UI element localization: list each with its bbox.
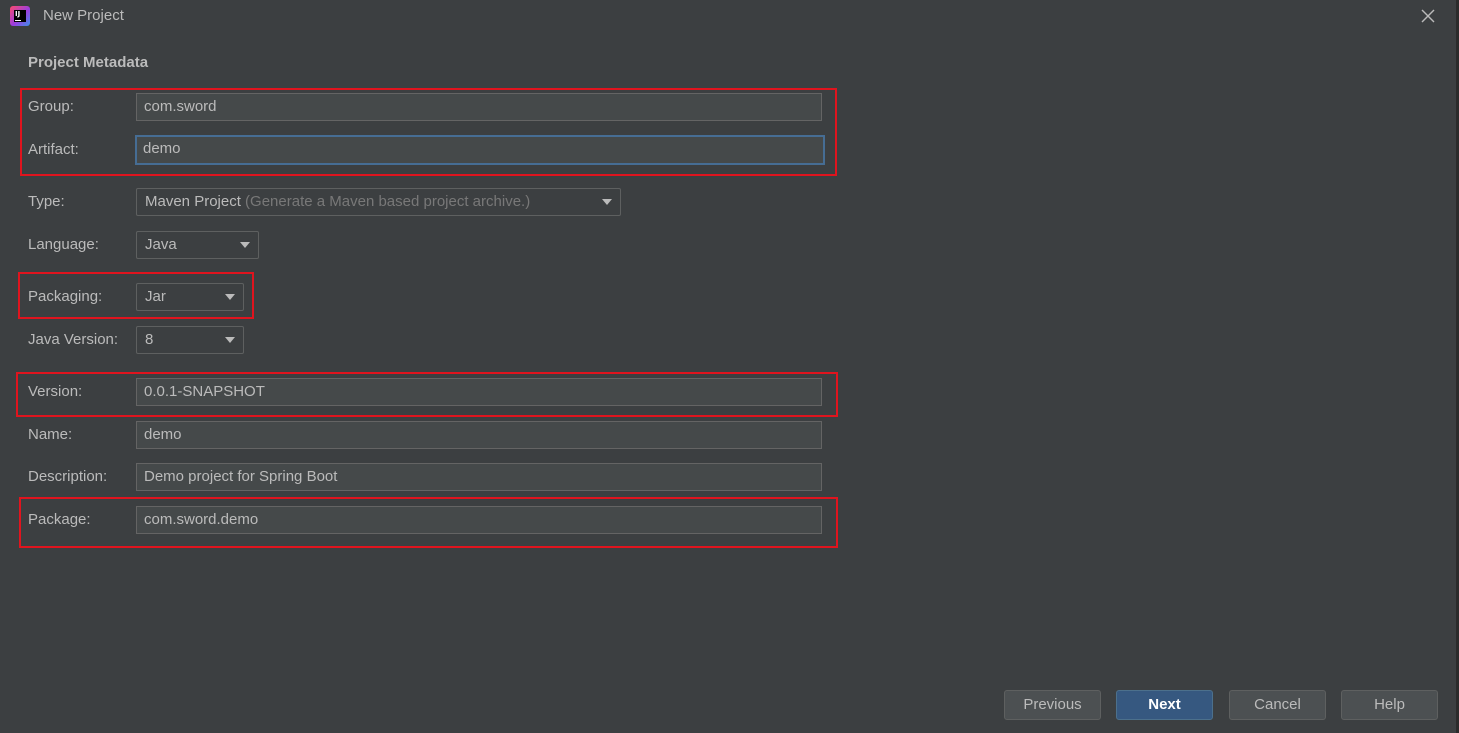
language-value: Java	[145, 236, 177, 253]
language-label: Language:	[28, 236, 99, 253]
name-label: Name:	[28, 426, 73, 443]
artifact-label: Artifact:	[28, 141, 79, 158]
section-title: Project Metadata	[28, 54, 149, 71]
language-dropdown[interactable]: Java	[136, 231, 259, 259]
next-button[interactable]: Next	[1116, 690, 1213, 720]
packaging-value: Jar	[145, 288, 166, 305]
close-icon	[1421, 9, 1435, 23]
package-label: Package:	[28, 511, 91, 528]
title-bar: IJ New Project	[0, 0, 1456, 34]
help-button[interactable]: Help	[1341, 690, 1438, 720]
type-hint: (Generate a Maven based project archive.…	[245, 193, 531, 210]
java-version-label: Java Version:	[28, 331, 119, 348]
type-value: Maven Project	[145, 193, 241, 210]
java-version-dropdown[interactable]: 8	[136, 326, 244, 354]
packaging-label: Packaging:	[28, 288, 103, 305]
new-project-dialog: IJ New Project Project Metadata Group: c…	[0, 0, 1459, 733]
window-title: New Project	[43, 7, 124, 24]
description-field[interactable]: Demo project for Spring Boot	[136, 463, 822, 491]
version-field[interactable]: 0.0.1-SNAPSHOT	[136, 378, 822, 406]
artifact-field[interactable]: demo	[135, 135, 825, 165]
package-field[interactable]: com.sword.demo	[136, 506, 822, 534]
chevron-down-icon	[225, 337, 235, 343]
cancel-button[interactable]: Cancel	[1229, 690, 1326, 720]
version-label: Version:	[28, 383, 83, 400]
chevron-down-icon	[225, 294, 235, 300]
packaging-dropdown[interactable]: Jar	[136, 283, 244, 311]
java-version-value: 8	[145, 331, 154, 348]
type-dropdown[interactable]: Maven Project (Generate a Maven based pr…	[136, 188, 621, 216]
chevron-down-icon	[602, 199, 612, 205]
intellij-idea-icon: IJ	[10, 6, 30, 26]
description-label: Description:	[28, 468, 108, 485]
app-icon-text: IJ	[14, 10, 26, 22]
close-button[interactable]	[1418, 6, 1438, 26]
chevron-down-icon	[240, 242, 250, 248]
type-label: Type:	[28, 193, 65, 210]
name-field[interactable]: demo	[136, 421, 822, 449]
group-label: Group:	[28, 98, 74, 115]
group-field[interactable]: com.sword	[136, 93, 822, 121]
previous-button[interactable]: Previous	[1004, 690, 1101, 720]
